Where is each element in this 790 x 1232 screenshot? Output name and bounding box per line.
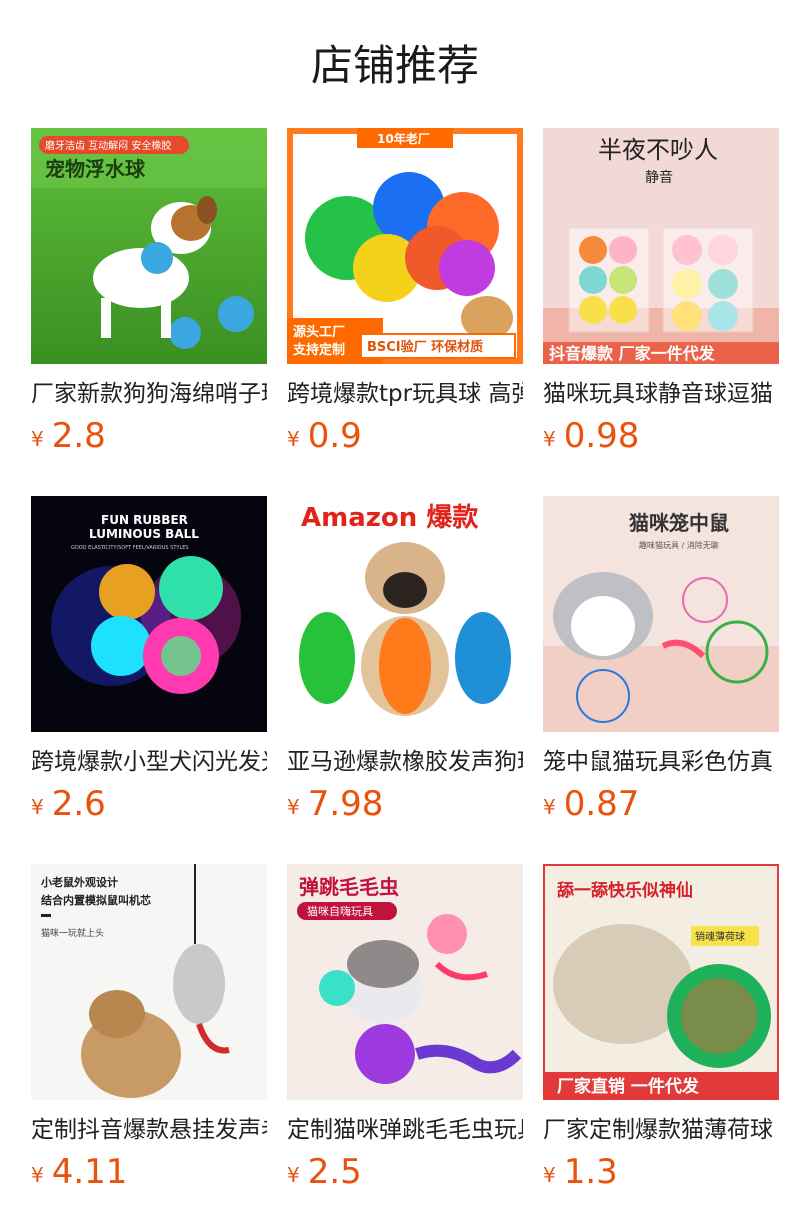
svg-text:抖音爆款 厂家一件代发: 抖音爆款 厂家一件代发: [549, 344, 716, 363]
svg-text:静音: 静音: [645, 169, 673, 186]
product-name[interactable]: 猫咪玩具球静音球逗猫: [543, 378, 779, 410]
product-card[interactable]: 10年老厂 源头工厂 支持定制 BSCI验厂 环保材质 跨境爆款tpr玩具球 高…: [287, 128, 523, 458]
section-title: 店铺推荐: [310, 41, 479, 90]
product-card[interactable]: Amazon 爆款 亚马逊爆款橡胶发声狗玩具 ¥7.98: [287, 496, 523, 826]
svg-text:GOOD ELASTICITY/SOFT FEEL/VARI: GOOD ELASTICITY/SOFT FEEL/VARIOUS STYLES: [71, 545, 189, 551]
svg-text:宠物浮水球: 宠物浮水球: [45, 157, 146, 181]
product-image[interactable]: 小老鼠外观设计 结合内置模拟鼠叫机芯 猫咪一玩就上头: [31, 864, 267, 1100]
svg-text:舔一舔快乐似神仙: 舔一舔快乐似神仙: [557, 880, 693, 901]
svg-text:源头工厂: 源头工厂: [293, 324, 345, 340]
product-name[interactable]: 厂家定制爆款猫薄荷球: [543, 1114, 779, 1146]
product-image[interactable]: 半夜不吵人 静音 抖音爆款 厂家一件代发: [543, 128, 779, 364]
svg-text:结合内置模拟鼠叫机芯: 结合内置模拟鼠叫机芯: [40, 893, 151, 907]
svg-text:半夜不吵人: 半夜不吵人: [598, 136, 718, 164]
svg-text:厂家直销 一件代发: 厂家直销 一件代发: [557, 1076, 700, 1097]
product-card[interactable]: 半夜不吵人 静音 抖音爆款 厂家一件代发 猫咪玩具球静音球逗猫 ¥0.98: [543, 128, 779, 458]
image-tag: 磨牙洁齿 互动解闷 安全橡胶: [45, 139, 171, 152]
svg-text:趣味猫玩具 / 消除无聊: 趣味猫玩具 / 消除无聊: [639, 540, 719, 550]
svg-text:FUN RUBBER: FUN RUBBER: [101, 513, 188, 527]
product-name[interactable]: 跨境爆款小型犬闪光发光球: [31, 746, 267, 778]
product-image[interactable]: 弹跳毛毛虫 猫咪自嗨玩具: [287, 864, 523, 1100]
svg-text:LUMINOUS BALL: LUMINOUS BALL: [89, 527, 199, 541]
product-name[interactable]: 跨境爆款tpr玩具球 高弹: [287, 378, 523, 410]
product-card[interactable]: 舔一舔快乐似神仙 销魂薄荷球 厂家直销 一件代发 厂家定制爆款猫薄荷球 ¥1.3: [543, 864, 779, 1194]
product-price: ¥4.11: [31, 1152, 128, 1192]
product-card[interactable]: 小老鼠外观设计 结合内置模拟鼠叫机芯 猫咪一玩就上头 定制抖音爆款悬挂发声老鼠 …: [31, 864, 267, 1194]
svg-text:BSCI验厂 环保材质: BSCI验厂 环保材质: [367, 339, 483, 355]
svg-text:销魂薄荷球: 销魂薄荷球: [695, 930, 745, 943]
product-card[interactable]: 弹跳毛毛虫 猫咪自嗨玩具 定制猫咪弹跳毛毛虫玩具 ¥2.5: [287, 864, 523, 1194]
product-price: ¥2.6: [31, 784, 106, 824]
svg-text:支持定制: 支持定制: [292, 342, 345, 358]
product-image[interactable]: FUN RUBBER LUMINOUS BALL GOOD ELASTICITY…: [31, 496, 267, 732]
product-price: ¥2.5: [287, 1152, 362, 1192]
svg-text:小老鼠外观设计: 小老鼠外观设计: [40, 875, 118, 889]
product-card[interactable]: 猫咪笼中鼠 趣味猫玩具 / 消除无聊 笼中鼠猫玩具彩色仿真 ¥0.87: [543, 496, 779, 826]
product-card[interactable]: FUN RUBBER LUMINOUS BALL GOOD ELASTICITY…: [31, 496, 267, 826]
product-price: ¥0.87: [543, 784, 640, 824]
product-image[interactable]: 舔一舔快乐似神仙 销魂薄荷球 厂家直销 一件代发: [543, 864, 779, 1100]
svg-text:猫咪笼中鼠: 猫咪笼中鼠: [629, 511, 729, 535]
svg-text:猫咪一玩就上头: 猫咪一玩就上头: [41, 927, 104, 939]
product-price: ¥0.98: [543, 416, 640, 456]
svg-text:10年老厂: 10年老厂: [377, 131, 430, 146]
svg-text:猫咪自嗨玩具: 猫咪自嗨玩具: [307, 904, 373, 918]
svg-text:弹跳毛毛虫: 弹跳毛毛虫: [299, 875, 399, 899]
product-price: ¥2.8: [31, 416, 106, 456]
product-price: ¥1.3: [543, 1152, 618, 1192]
product-image[interactable]: 10年老厂 源头工厂 支持定制 BSCI验厂 环保材质: [287, 128, 523, 364]
product-image[interactable]: 猫咪笼中鼠 趣味猫玩具 / 消除无聊: [543, 496, 779, 732]
product-name[interactable]: 定制抖音爆款悬挂发声老鼠: [31, 1114, 267, 1146]
product-card[interactable]: 磨牙洁齿 互动解闷 安全橡胶 宠物浮水球 厂家新款狗狗海绵哨子球 ¥2.8: [31, 128, 267, 458]
product-price: ¥0.9: [287, 416, 362, 456]
product-image[interactable]: Amazon 爆款: [287, 496, 523, 732]
product-name[interactable]: 亚马逊爆款橡胶发声狗玩具: [287, 746, 523, 778]
product-price: ¥7.98: [287, 784, 384, 824]
svg-text:Amazon 爆款: Amazon 爆款: [301, 503, 479, 533]
product-name[interactable]: 定制猫咪弹跳毛毛虫玩具: [287, 1114, 523, 1146]
product-name[interactable]: 笼中鼠猫玩具彩色仿真: [543, 746, 779, 778]
product-name[interactable]: 厂家新款狗狗海绵哨子球: [31, 378, 267, 410]
product-image[interactable]: 磨牙洁齿 互动解闷 安全橡胶 宠物浮水球: [31, 128, 267, 364]
